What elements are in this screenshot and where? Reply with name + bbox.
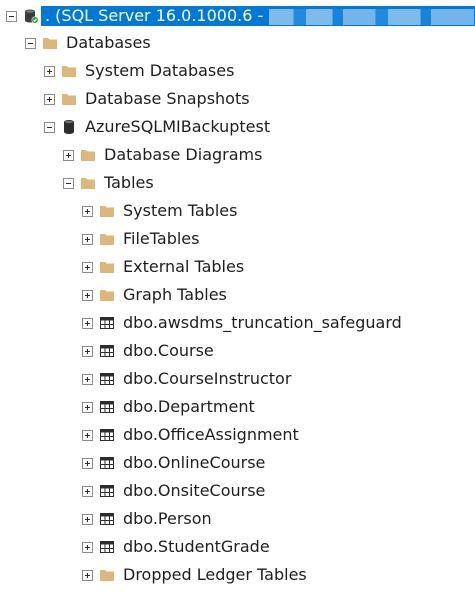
tree-node-graph-tables[interactable]: Graph Tables	[82, 281, 229, 309]
table-label: dbo.OnsiteCourse	[123, 481, 266, 500]
collapse-toggle-icon[interactable]	[6, 10, 17, 22]
expand-toggle-icon[interactable]	[82, 317, 93, 329]
expand-toggle-icon[interactable]	[44, 65, 55, 77]
collapse-toggle-icon[interactable]	[44, 121, 55, 133]
table-label: dbo.Department	[123, 397, 255, 416]
server-name-text: . (SQL Server 16.0.1000.6 -	[45, 6, 264, 25]
folder-icon	[99, 204, 115, 218]
folder-icon	[99, 568, 115, 582]
table-label: dbo.Person	[123, 509, 212, 528]
server-node-label[interactable]: . (SQL Server 16.0.1000.6 -	[41, 6, 475, 26]
folder-icon	[99, 232, 115, 246]
expand-toggle-icon[interactable]	[44, 93, 55, 105]
folder-label: FileTables	[123, 229, 200, 248]
folder-icon	[61, 92, 77, 106]
expand-toggle-icon[interactable]	[82, 485, 93, 497]
tree-node-dropped-ledger-tables[interactable]: Dropped Ledger Tables	[82, 561, 309, 589]
table-icon	[99, 316, 115, 330]
tree-node-table[interactable]: dbo.StudentGrade	[82, 533, 272, 561]
server-connected-icon	[23, 9, 39, 24]
expand-toggle-icon[interactable]	[63, 149, 74, 161]
folder-icon	[80, 148, 96, 162]
table-label: dbo.StudentGrade	[123, 537, 270, 556]
tree-node-table[interactable]: dbo.OnlineCourse	[82, 449, 267, 477]
folder-icon	[42, 36, 58, 50]
tree-node-external-tables[interactable]: External Tables	[82, 253, 246, 281]
tree-node-table[interactable]: dbo.Course	[82, 337, 216, 365]
expand-toggle-icon[interactable]	[82, 233, 93, 245]
table-label: dbo.awsdms_truncation_safeguard	[123, 313, 402, 332]
database-icon	[61, 120, 77, 134]
expand-toggle-icon[interactable]	[82, 513, 93, 525]
expand-toggle-icon[interactable]	[82, 289, 93, 301]
expand-toggle-icon[interactable]	[82, 345, 93, 357]
table-icon	[99, 344, 115, 358]
expand-toggle-icon[interactable]	[82, 373, 93, 385]
tree-node-system-databases[interactable]: System Databases	[44, 57, 236, 85]
tree-node-tables[interactable]: Tables	[63, 169, 156, 197]
table-icon	[99, 400, 115, 414]
table-label: dbo.OnlineCourse	[123, 453, 266, 472]
folder-icon	[80, 176, 96, 190]
table-icon	[99, 456, 115, 470]
database-label: AzureSQLMIBackuptest	[85, 117, 271, 136]
collapse-toggle-icon[interactable]	[63, 177, 74, 189]
system-databases-label: System Databases	[85, 61, 235, 80]
tree-node-table[interactable]: dbo.OnsiteCourse	[82, 477, 267, 505]
masked-instance-name	[269, 8, 475, 25]
expand-toggle-icon[interactable]	[82, 541, 93, 553]
tree-node-table[interactable]: dbo.awsdms_truncation_safeguard	[82, 309, 404, 337]
database-snapshots-label: Database Snapshots	[85, 89, 250, 108]
databases-label: Databases	[66, 33, 151, 52]
folder-icon	[61, 64, 77, 78]
object-explorer-tree: . (SQL Server 16.0.1000.6 - Databases Sy…	[0, 0, 475, 596]
table-icon	[99, 540, 115, 554]
tree-node-filetables[interactable]: FileTables	[82, 225, 201, 253]
tree-node-databases[interactable]: Databases	[25, 29, 153, 57]
folder-label: Graph Tables	[123, 285, 227, 304]
database-diagrams-label: Database Diagrams	[104, 145, 263, 164]
expand-toggle-icon[interactable]	[82, 569, 93, 581]
tree-node-table[interactable]: dbo.OfficeAssignment	[82, 421, 301, 449]
expand-toggle-icon[interactable]	[82, 401, 93, 413]
tree-node-table[interactable]: dbo.Department	[82, 393, 257, 421]
expand-toggle-icon[interactable]	[82, 429, 93, 441]
folder-icon	[99, 288, 115, 302]
expand-toggle-icon[interactable]	[82, 205, 93, 217]
tables-label: Tables	[104, 173, 154, 192]
collapse-toggle-icon[interactable]	[25, 37, 36, 49]
table-icon	[99, 484, 115, 498]
tree-node-server[interactable]: . (SQL Server 16.0.1000.6 -	[6, 2, 475, 30]
folder-label: System Tables	[123, 201, 238, 220]
tree-node-database[interactable]: AzureSQLMIBackuptest	[44, 113, 272, 141]
table-icon	[99, 512, 115, 526]
tree-node-database-diagrams[interactable]: Database Diagrams	[63, 141, 264, 169]
table-label: dbo.CourseInstructor	[123, 369, 292, 388]
tree-node-table[interactable]: dbo.Person	[82, 505, 214, 533]
tree-node-system-tables[interactable]: System Tables	[82, 197, 239, 225]
folder-label: External Tables	[123, 257, 245, 276]
table-label: dbo.OfficeAssignment	[123, 425, 299, 444]
expand-toggle-icon[interactable]	[82, 261, 93, 273]
table-icon	[99, 428, 115, 442]
expand-toggle-icon[interactable]	[82, 457, 93, 469]
folder-label: Dropped Ledger Tables	[123, 565, 307, 584]
folder-icon	[99, 260, 115, 274]
table-label: dbo.Course	[123, 341, 214, 360]
tree-node-table[interactable]: dbo.CourseInstructor	[82, 365, 293, 393]
tree-node-database-snapshots[interactable]: Database Snapshots	[44, 85, 252, 113]
table-icon	[99, 372, 115, 386]
